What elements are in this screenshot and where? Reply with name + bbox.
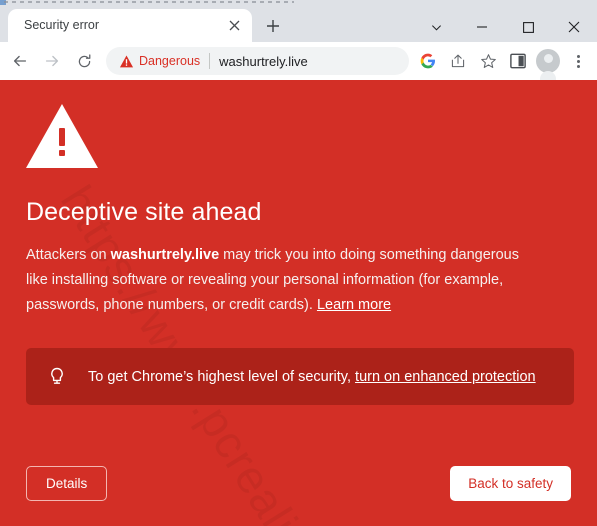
forward-button[interactable]	[37, 46, 67, 76]
minimize-icon[interactable]	[459, 10, 505, 44]
back-to-safety-button[interactable]: Back to safety	[450, 466, 571, 501]
avatar-body	[540, 71, 556, 80]
exclamation-bar	[59, 128, 65, 146]
action-button-row: Details Back to safety	[26, 466, 571, 501]
browser-window: Security error Dangerous washurtrely.liv…	[0, 0, 597, 526]
reload-button[interactable]	[69, 46, 99, 76]
details-button[interactable]: Details	[26, 466, 108, 501]
warning-content: Deceptive site ahead Attackers on washur…	[0, 80, 574, 405]
enhanced-protection-banner: To get Chrome’s highest level of securit…	[26, 348, 574, 405]
tab-strip: Security error	[0, 5, 597, 42]
avatar-head	[543, 54, 553, 63]
close-icon[interactable]	[224, 16, 244, 36]
exclamation-dot	[59, 150, 65, 156]
learn-more-link[interactable]: Learn more	[317, 297, 391, 313]
enhanced-protection-text: To get Chrome’s highest level of securit…	[88, 369, 536, 385]
menu-dot	[576, 59, 580, 63]
url-text: washurtrely.live	[219, 53, 308, 69]
browser-toolbar: Dangerous washurtrely.live	[0, 42, 597, 80]
page-title: Deceptive site ahead	[26, 198, 262, 226]
security-warning-page: https://www.pcrealis.com Deceptive site …	[0, 80, 597, 526]
security-status-chip[interactable]: Dangerous	[118, 53, 200, 69]
warning-body-text: Attackers on washurtrely.live may trick …	[26, 243, 522, 318]
window-controls	[413, 10, 597, 44]
maximize-icon[interactable]	[505, 10, 551, 44]
tab-security-error[interactable]: Security error	[8, 9, 252, 42]
back-button[interactable]	[5, 46, 35, 76]
menu-dot	[576, 64, 580, 68]
warning-triangle-icon	[118, 53, 134, 69]
google-icon[interactable]	[415, 48, 441, 74]
close-window-icon[interactable]	[551, 10, 597, 44]
profile-avatar[interactable]	[536, 49, 560, 80]
warning-triangle-icon	[26, 104, 98, 168]
dashed-selection-artifact	[4, 1, 294, 3]
omnibox-separator	[209, 53, 211, 69]
menu-dot	[576, 54, 580, 58]
share-icon[interactable]	[445, 48, 471, 74]
chrome-menu-icon[interactable]	[565, 48, 591, 74]
tab-title: Security error	[24, 18, 100, 32]
security-status-text: Dangerous	[139, 54, 201, 68]
address-bar[interactable]: Dangerous washurtrely.live	[106, 47, 409, 75]
new-tab-button[interactable]	[261, 14, 285, 38]
warning-domain: washurtrely.live	[110, 247, 220, 263]
bookmark-star-icon[interactable]	[475, 48, 501, 74]
body-text-before-domain: Attackers on	[26, 247, 111, 263]
tab-search-chevron-down-icon[interactable]	[413, 10, 459, 44]
turn-on-enhanced-protection-link[interactable]: turn on enhanced protection	[355, 369, 536, 385]
side-panel-icon[interactable]	[505, 48, 531, 74]
promo-text-lead: To get Chrome’s highest level of securit…	[88, 368, 356, 385]
lightbulb-icon	[46, 365, 68, 389]
